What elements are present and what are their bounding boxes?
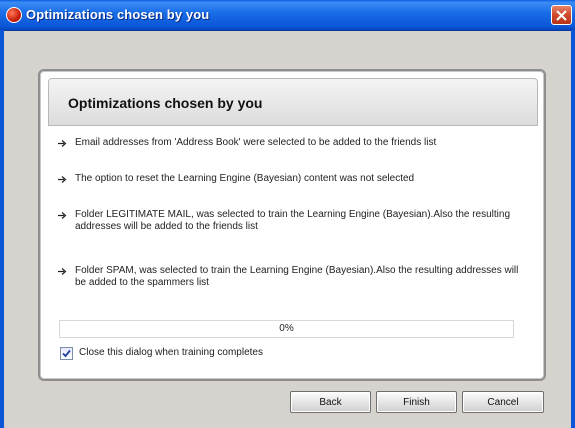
list-item: Folder LEGITIMATE MAIL, was selected to … <box>58 209 528 233</box>
panel-title: Optimizations chosen by you <box>68 95 263 111</box>
app-icon <box>6 7 22 23</box>
list-item: Email addresses from 'Address Book' were… <box>58 137 436 149</box>
cancel-button[interactable]: Cancel <box>462 391 544 413</box>
arrow-right-icon <box>58 137 68 147</box>
list-item: The option to reset the Learning Engine … <box>58 173 414 185</box>
check-icon <box>62 349 71 358</box>
arrow-right-icon <box>58 209 68 219</box>
optimizations-panel: Optimizations chosen by you Email addres… <box>38 69 546 381</box>
title-bar: Optimizations chosen by you <box>0 0 575 31</box>
window-title: Optimizations chosen by you <box>26 7 210 22</box>
window-border-left <box>0 30 4 428</box>
list-item-text: Folder LEGITIMATE MAIL, was selected to … <box>75 209 511 232</box>
finish-button[interactable]: Finish <box>376 391 457 413</box>
list-item-text: Email addresses from 'Address Book' were… <box>75 137 437 148</box>
back-button[interactable]: Back <box>290 391 371 413</box>
arrow-right-icon <box>58 173 68 183</box>
close-button[interactable] <box>551 5 572 25</box>
progress-label: 0% <box>279 323 294 334</box>
training-progress-bar: 0% <box>59 320 514 338</box>
list-item: Folder SPAM, was selected to train the L… <box>58 265 528 289</box>
arrow-right-icon <box>58 265 68 275</box>
list-item-text: Folder SPAM, was selected to train the L… <box>75 265 519 288</box>
list-item-text: The option to reset the Learning Engine … <box>75 173 415 184</box>
close-when-done-label[interactable]: Close this dialog when training complete… <box>79 347 263 358</box>
panel-header: Optimizations chosen by you <box>48 78 538 126</box>
close-when-done-checkbox[interactable] <box>60 347 73 360</box>
window-border-right <box>571 30 575 428</box>
close-icon <box>556 10 567 21</box>
